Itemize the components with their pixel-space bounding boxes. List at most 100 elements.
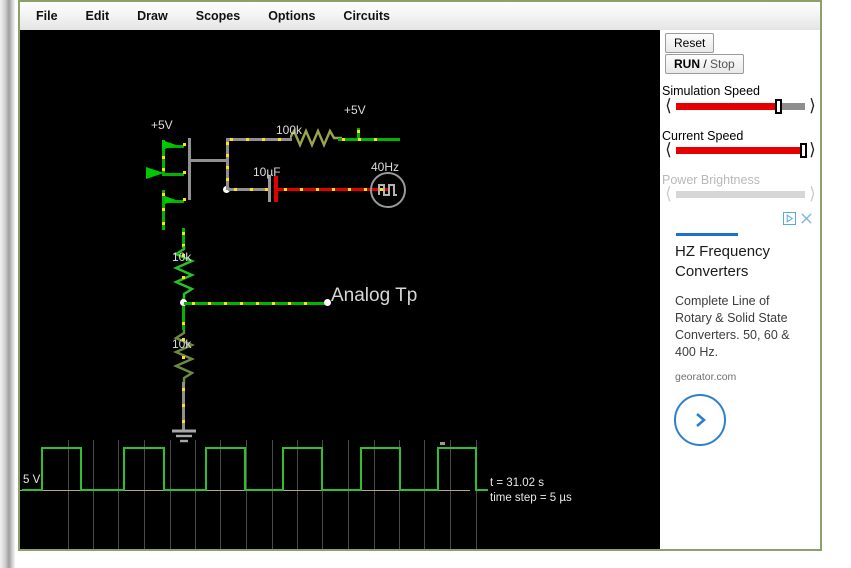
close-icon[interactable]: [800, 212, 813, 225]
current-dot: [183, 171, 186, 174]
current-dot: [374, 138, 377, 141]
run-separator: /: [700, 57, 711, 71]
power-brightness-track: [676, 190, 805, 198]
chevron-right-icon: [696, 413, 706, 427]
current-dot: [226, 142, 229, 145]
menu-item-draw[interactable]: Draw: [137, 9, 168, 23]
scope-readout: t = 31.02 s time step = 5 µs: [490, 476, 572, 506]
current-dot: [208, 302, 211, 305]
supply-label-left: +5V: [151, 118, 173, 132]
resistor-10k-lower-label: 10k: [172, 337, 192, 351]
analog-tp-label: Analog Tp: [331, 285, 418, 306]
stop-label: Stop: [710, 57, 735, 71]
scope-panel[interactable]: 5 V t = 31.02 s time step = 5 µs: [20, 440, 660, 549]
supply-label-right: +5V: [344, 103, 366, 117]
power-brightness-decrease-icon: ⟨: [665, 184, 672, 203]
current-speed-slider[interactable]: ⟨ ⟩: [662, 141, 819, 158]
current-dot: [234, 188, 237, 191]
ad-body: Complete Line of Rotary & Solid State Co…: [675, 294, 790, 359]
current-dot: [182, 420, 185, 423]
scope-voltage-label: 5 V: [23, 474, 41, 486]
current-dot: [364, 188, 367, 191]
scope-time-readout: t = 31.02 s: [490, 477, 545, 489]
current-speed-thumb[interactable]: [800, 142, 808, 158]
current-dot: [348, 188, 351, 191]
scope-timestep-readout: time step = 5 µs: [490, 492, 572, 504]
power-brightness-slider: ⟨ ⟩: [662, 184, 819, 203]
wire-node-down: [226, 160, 229, 190]
menubar: File Edit Draw Scopes Options Circuits: [20, 2, 820, 30]
current-dot: [226, 166, 229, 169]
current-dot: [250, 188, 253, 191]
window-scrollbar-strip[interactable]: [0, 0, 15, 568]
resistor-100k-label: 100k: [276, 123, 303, 137]
current-dot: [288, 302, 291, 305]
current-speed-label: Current Speed: [662, 129, 744, 143]
current-dot: [183, 143, 186, 146]
current-dot: [162, 193, 165, 196]
simulation-speed-track[interactable]: [676, 98, 805, 114]
current-speed-track[interactable]: [676, 142, 808, 158]
run-stop-button[interactable]: RUN / Stop: [665, 54, 744, 74]
simulation-speed-label: Simulation Speed: [662, 84, 760, 98]
ad-cta-button[interactable]: [674, 394, 726, 446]
current-dot: [240, 302, 243, 305]
current-dot: [357, 130, 360, 133]
ad-icon-row: [783, 212, 813, 225]
menu-item-file[interactable]: File: [36, 9, 58, 23]
current-dot: [192, 302, 195, 305]
current-dot: [182, 388, 185, 391]
current-dot: [284, 188, 287, 191]
menu-item-edit[interactable]: Edit: [86, 9, 110, 23]
current-dot: [262, 138, 265, 141]
switch-arrow-icons[interactable]: [140, 136, 192, 214]
current-dot: [224, 302, 227, 305]
current-dot: [332, 188, 335, 191]
square-wave-source-icon[interactable]: [368, 170, 408, 210]
current-dot: [226, 178, 229, 181]
simulation-speed-fill: [676, 102, 777, 110]
current-dot: [316, 188, 319, 191]
current-dot: [272, 302, 275, 305]
current-dot: [246, 138, 249, 141]
app-window: File Edit Draw Scopes Options Circuits +…: [0, 0, 851, 568]
current-dot: [182, 356, 185, 359]
current-dot: [182, 404, 185, 407]
power-brightness-increase-icon: ⟩: [809, 184, 816, 203]
ad-accent-rule: [676, 233, 738, 236]
run-label: RUN: [674, 57, 700, 71]
current-dot: [183, 198, 186, 201]
current-dot: [300, 188, 303, 191]
current-dot: [230, 138, 233, 141]
circuit-canvas[interactable]: +5V +5V 100k 10µF 40Hz 10k 10k Analog Tp: [20, 30, 660, 549]
menu-item-circuits[interactable]: Circuits: [343, 9, 390, 23]
wire-switch-to-node: [190, 159, 228, 162]
menu-item-scopes[interactable]: Scopes: [196, 9, 240, 23]
current-speed-increase-icon[interactable]: ⟩: [806, 141, 819, 158]
adchoices-icon[interactable]: [783, 212, 796, 225]
current-dot: [304, 302, 307, 305]
power-brightness-label: Power Brightness: [662, 173, 760, 187]
capacitor-plate-left[interactable]: [268, 176, 271, 202]
simulation-speed-increase-icon[interactable]: ⟩: [806, 97, 819, 114]
current-speed-fill: [676, 146, 803, 154]
current-dot: [182, 232, 185, 235]
capacitor-label: 10µF: [253, 165, 281, 179]
current-speed-decrease-icon[interactable]: ⟨: [662, 141, 675, 158]
current-dot: [162, 208, 165, 211]
simulation-speed-slider[interactable]: ⟨ ⟩: [662, 97, 819, 114]
current-dot: [182, 322, 185, 325]
resistor-10k-upper-label: 10k: [172, 250, 192, 264]
wire-to-supply-right: [338, 138, 400, 141]
wire-top-rail: [226, 138, 292, 141]
current-dot: [226, 154, 229, 157]
simulation-speed-thumb[interactable]: [774, 98, 782, 114]
analog-tp-endpoint[interactable]: [324, 299, 331, 306]
current-dot: [182, 276, 185, 279]
ad-url[interactable]: georator.com: [675, 371, 736, 383]
simulation-speed-decrease-icon[interactable]: ⟨: [662, 97, 675, 114]
reset-button[interactable]: Reset: [665, 33, 715, 53]
ad-title[interactable]: HZ Frequency Converters: [675, 242, 805, 282]
control-sidebar: Reset RUN / Stop Simulation Speed ⟨ ⟩ Cu…: [660, 30, 820, 549]
menu-item-options[interactable]: Options: [268, 9, 315, 23]
